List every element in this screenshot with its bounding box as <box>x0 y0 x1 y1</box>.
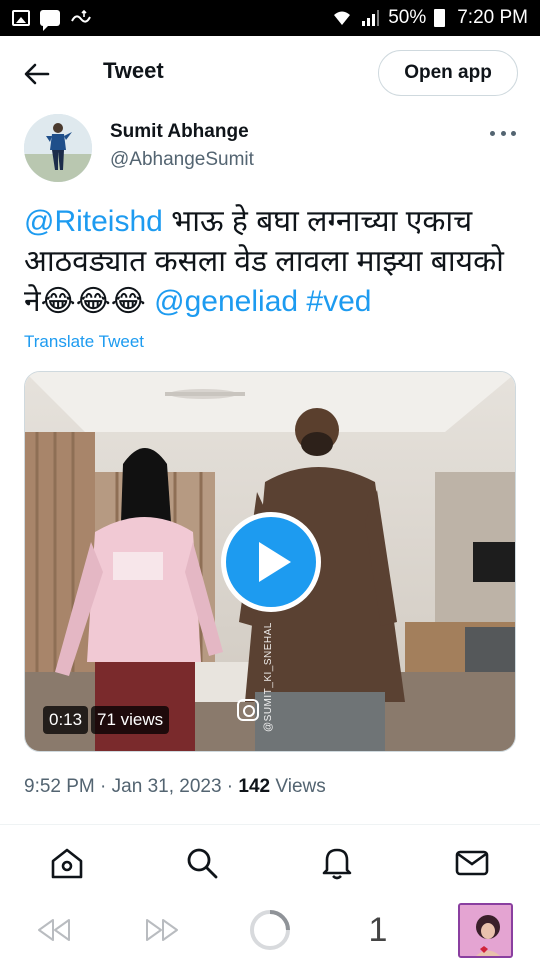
search-icon <box>187 848 218 879</box>
translate-tweet-link[interactable]: Translate Tweet <box>24 332 144 352</box>
tab-preview-image <box>460 905 511 956</box>
tweet-time[interactable]: 9:52 PM <box>24 776 95 797</box>
tweet-text: @Riteishd भाऊ हे बघा लग्नाच्या एकाच आठवड… <box>24 202 524 322</box>
arrow-left-icon <box>24 63 50 85</box>
battery-percent: 50% <box>388 7 427 28</box>
view-count: 142 <box>238 776 271 797</box>
home-icon <box>51 848 83 879</box>
browser-forward-button[interactable] <box>142 910 182 950</box>
separator: · <box>94 776 112 797</box>
video-views: 71 views <box>91 706 170 734</box>
nav-search[interactable] <box>185 846 219 880</box>
more-options-button[interactable] <box>490 126 516 140</box>
signal-icon <box>362 10 380 26</box>
play-icon <box>259 542 291 582</box>
mention-link[interactable]: @geneliad <box>154 285 298 318</box>
page-title: Tweet <box>103 58 164 83</box>
browser-back-button[interactable] <box>34 910 74 950</box>
wifi-icon <box>334 11 351 25</box>
dot <box>500 130 506 136</box>
author-avatar[interactable] <box>24 114 92 182</box>
avatar-photo <box>24 114 92 182</box>
author-handle[interactable]: @AbhangeSumit <box>110 149 254 171</box>
tab-thumbnail[interactable] <box>458 903 513 958</box>
tweet-meta: 9:52 PM · Jan 31, 2023 · 142 Views <box>24 776 326 798</box>
clock: 7:20 PM <box>457 7 528 28</box>
back-button[interactable] <box>22 60 52 88</box>
message-notification-icon <box>40 10 60 31</box>
browser-reload-button[interactable] <box>248 910 292 950</box>
transfer-notification-icon <box>71 9 91 23</box>
browser-toolbar: 1 <box>0 900 540 960</box>
play-button[interactable] <box>221 512 321 612</box>
nav-notifications[interactable] <box>320 846 354 880</box>
tweet-date[interactable]: Jan 31, 2023 <box>112 776 222 797</box>
dot <box>490 130 495 136</box>
notification-icons <box>12 9 92 31</box>
emoji-group: 😂😂😂 <box>40 285 146 318</box>
battery-icon <box>434 9 446 27</box>
author-name[interactable]: Sumit Abhange <box>110 121 249 143</box>
tab-count[interactable]: 1 <box>366 910 390 950</box>
nav-home[interactable] <box>50 846 84 880</box>
instagram-icon <box>237 699 259 721</box>
video-duration: 0:13 <box>43 706 89 734</box>
nav-messages[interactable] <box>455 846 489 880</box>
hashtag-link[interactable]: #ved <box>306 285 371 318</box>
app-header: Tweet Open app <box>0 36 540 110</box>
system-status: 50% 7:20 PM <box>332 7 528 29</box>
loading-spinner-icon <box>250 910 290 950</box>
bell-icon <box>322 848 352 880</box>
gallery-notification-icon <box>12 10 30 26</box>
divider <box>0 824 540 825</box>
dot <box>511 130 516 136</box>
rewind-icon <box>38 919 70 941</box>
envelope-icon <box>455 850 489 876</box>
status-bar: 50% 7:20 PM <box>0 0 540 36</box>
views-label: Views <box>270 776 326 797</box>
mention-link[interactable]: @Riteishd <box>24 205 163 238</box>
bottom-navigation <box>0 826 540 900</box>
open-app-button[interactable]: Open app <box>378 50 518 96</box>
video-player[interactable]: @SUMIT_KI_SNEHAL 0:13 71 views <box>24 371 516 752</box>
fast-forward-icon <box>146 919 178 941</box>
video-watermark: @SUMIT_KI_SNEHAL <box>263 622 274 732</box>
separator: · <box>221 776 239 797</box>
